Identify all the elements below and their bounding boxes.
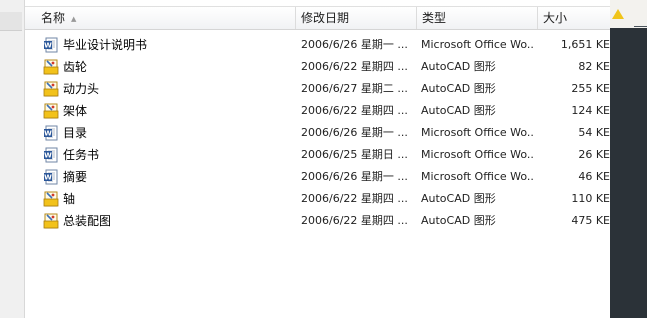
file-date: 2006/6/22 星期四 ... [301, 214, 408, 227]
autocad-dwg-icon [43, 191, 59, 207]
background-window [610, 0, 647, 318]
file-date: 2006/6/22 星期四 ... [301, 192, 408, 205]
file-size: 1,651 KE [560, 38, 610, 51]
file-name-cell[interactable]: W 目录 [43, 122, 293, 144]
word-doc-icon: W [43, 147, 59, 163]
file-name: 动力头 [63, 82, 100, 96]
file-date: 2006/6/26 星期一 ... [301, 170, 408, 183]
column-header-date[interactable]: 修改日期 [296, 7, 417, 29]
sort-ascending-icon: ▲ [71, 14, 77, 23]
file-row[interactable]: 架体 2006/6/22 星期四 ... AutoCAD 图形 124 KE [25, 100, 610, 122]
column-header-name-label: 名称 [41, 11, 66, 25]
file-name: 架体 [63, 104, 88, 118]
word-doc-icon: W [43, 37, 59, 53]
navigation-pane[interactable] [0, 0, 25, 318]
navigation-selected-item[interactable] [0, 12, 22, 31]
file-row[interactable]: 齿轮 2006/6/22 星期四 ... AutoCAD 图形 82 KE [25, 56, 610, 78]
column-header-name[interactable]: 名称 ▲ [25, 7, 296, 29]
file-name-cell[interactable]: W 毕业设计说明书 [43, 34, 293, 56]
file-size: 54 KE [578, 126, 610, 139]
file-name: 摘要 [63, 170, 88, 184]
column-header-size[interactable]: 大小 [538, 7, 610, 29]
file-name-cell[interactable]: 架体 [43, 100, 293, 122]
autocad-dwg-icon [43, 213, 59, 229]
file-row[interactable]: W 任务书 2006/6/25 星期日 ... Microsoft Office Wo… [25, 144, 610, 166]
column-header-type-label: 类型 [422, 11, 447, 25]
file-size: 124 KE [571, 104, 610, 117]
svg-text:W: W [44, 130, 52, 138]
column-header-size-label: 大小 [543, 11, 568, 25]
file-date: 2006/6/27 星期二 ... [301, 82, 408, 95]
svg-text:W: W [44, 174, 52, 182]
autocad-dwg-icon [43, 81, 59, 97]
file-type: Microsoft Office Wo... [421, 126, 533, 139]
file-date: 2006/6/22 星期四 ... [301, 104, 408, 117]
file-name: 轴 [63, 192, 76, 206]
file-type: AutoCAD 图形 [421, 192, 496, 205]
svg-text:W: W [44, 42, 52, 50]
file-size: 110 KE [571, 192, 610, 205]
file-type: AutoCAD 图形 [421, 60, 496, 73]
file-date: 2006/6/25 星期日 ... [301, 148, 408, 161]
column-header-type[interactable]: 类型 [417, 7, 538, 29]
file-rows: W 毕业设计说明书 2006/6/26 星期一 ... Microsoft Offic… [25, 34, 610, 232]
file-name-cell[interactable]: 齿轮 [43, 56, 293, 78]
file-name: 齿轮 [63, 60, 88, 74]
file-size: 475 KE [571, 214, 610, 227]
file-size: 26 KE [578, 148, 610, 161]
file-type: AutoCAD 图形 [421, 214, 496, 227]
file-size: 82 KE [578, 60, 610, 73]
word-doc-icon: W [43, 169, 59, 185]
file-type: Microsoft Office Wo... [421, 148, 533, 161]
file-type: Microsoft Office Wo... [421, 170, 533, 183]
background-window-titlebar [610, 0, 647, 28]
file-name: 目录 [63, 126, 88, 140]
autocad-dwg-icon [43, 103, 59, 119]
file-type: AutoCAD 图形 [421, 104, 496, 117]
file-size: 255 KE [571, 82, 610, 95]
divider [634, 26, 647, 27]
file-type: AutoCAD 图形 [421, 82, 496, 95]
file-name-cell[interactable]: 总装配图 [43, 210, 293, 232]
file-name: 毕业设计说明书 [63, 38, 148, 52]
file-name: 总装配图 [63, 214, 112, 228]
file-row[interactable]: W 毕业设计说明书 2006/6/26 星期一 ... Microsoft Offic… [25, 34, 610, 56]
file-row[interactable]: W 摘要 2006/6/26 星期一 ... Microsoft Office Wo.… [25, 166, 610, 188]
autocad-dwg-icon [43, 59, 59, 75]
file-date: 2006/6/26 星期一 ... [301, 126, 408, 139]
file-type: Microsoft Office Wo... [421, 38, 533, 51]
file-name-cell[interactable]: 轴 [43, 188, 293, 210]
file-row[interactable]: 总装配图 2006/6/22 星期四 ... AutoCAD 图形 475 KE [25, 210, 610, 232]
word-doc-icon: W [43, 125, 59, 141]
file-size: 46 KE [578, 170, 610, 183]
column-header-bar: 名称 ▲ 修改日期 类型 大小 [25, 6, 610, 30]
file-date: 2006/6/22 星期四 ... [301, 60, 408, 73]
file-name-cell[interactable]: W 摘要 [43, 166, 293, 188]
file-list[interactable]: 名称 ▲ 修改日期 类型 大小 W 毕业设计说明书 2006/6/26 星期一 ...… [25, 0, 611, 318]
svg-text:W: W [44, 152, 52, 160]
file-name-cell[interactable]: 动力头 [43, 78, 293, 100]
file-name-cell[interactable]: W 任务书 [43, 144, 293, 166]
warning-icon [612, 9, 624, 19]
file-row[interactable]: 轴 2006/6/22 星期四 ... AutoCAD 图形 110 KE [25, 188, 610, 210]
file-row[interactable]: 动力头 2006/6/27 星期二 ... AutoCAD 图形 255 KE [25, 78, 610, 100]
file-date: 2006/6/26 星期一 ... [301, 38, 408, 51]
file-name: 任务书 [63, 148, 100, 162]
file-row[interactable]: W 目录 2006/6/26 星期一 ... Microsoft Office Wo.… [25, 122, 610, 144]
column-header-date-label: 修改日期 [301, 11, 350, 25]
